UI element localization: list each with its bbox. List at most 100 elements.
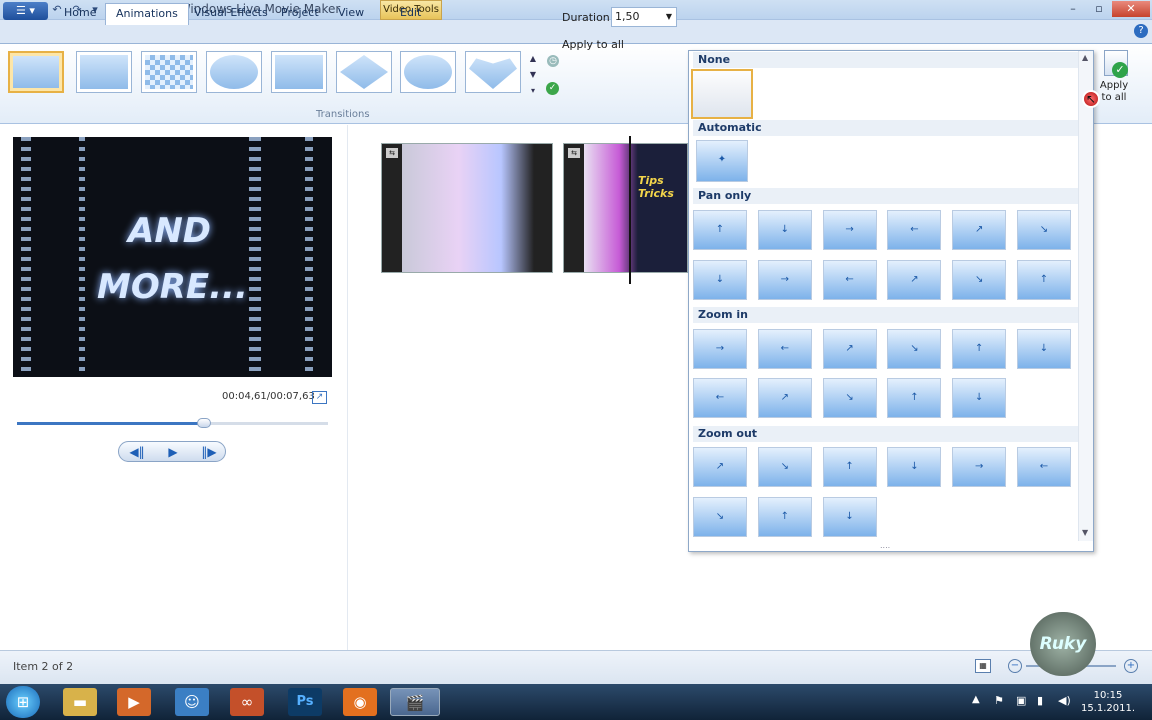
gallery-item-effect[interactable]: ↓: [952, 378, 1007, 418]
transition-thumbnail[interactable]: [76, 51, 132, 93]
tab-project[interactable]: Project: [271, 3, 329, 24]
duration-select[interactable]: 1,50 ▼: [611, 7, 677, 27]
fullscreen-icon[interactable]: ↗: [312, 391, 327, 404]
media-player-icon[interactable]: ▶: [117, 688, 151, 716]
tab-view[interactable]: View: [328, 3, 374, 24]
next-frame-button[interactable]: ‖▶: [191, 442, 227, 462]
gallery-item-effect[interactable]: ↘: [952, 260, 1007, 300]
app-icon[interactable]: ∞: [230, 688, 264, 716]
transition-indicator-icon: ⇆: [386, 148, 398, 158]
system-clock[interactable]: 10:15 15.1.2011.: [1078, 689, 1138, 715]
transition-thumbnail[interactable]: [336, 51, 392, 93]
tab-animations[interactable]: Animations: [105, 3, 189, 25]
mouse-cursor-icon: ↖: [1082, 90, 1100, 108]
gallery-item-effect[interactable]: ↘: [887, 329, 942, 369]
transition-thumbnail[interactable]: [141, 51, 197, 93]
network-icon[interactable]: ⚑: [994, 694, 1004, 707]
gallery-item-effect[interactable]: ↓: [1017, 329, 1071, 369]
messenger-icon[interactable]: ☺: [175, 688, 209, 716]
playback-controls: ◀‖ ▶ ‖▶: [118, 441, 226, 462]
movie-maker-taskbar-icon[interactable]: 🎬: [390, 688, 440, 716]
gallery-item-effect[interactable]: ↑: [952, 329, 1007, 369]
explorer-icon[interactable]: ▬: [63, 688, 97, 716]
transition-thumbnail[interactable]: [465, 51, 521, 93]
gallery-item-effect[interactable]: ↓: [887, 447, 942, 487]
help-icon[interactable]: ?: [1134, 24, 1148, 38]
gallery-item-effect[interactable]: ↘: [1017, 210, 1071, 250]
previous-frame-button[interactable]: ◀‖: [119, 442, 155, 462]
gallery-section-header: Automatic: [693, 120, 1078, 136]
start-button[interactable]: ⊞: [6, 686, 40, 718]
gallery-item-effect[interactable]: ↑: [822, 447, 877, 487]
gallery-item-effect[interactable]: ←: [1017, 447, 1071, 487]
playhead[interactable]: [629, 136, 631, 284]
video-preview: AND MORE...: [13, 137, 332, 377]
checkmark-icon: ✓: [1112, 62, 1128, 78]
gallery-item-effect[interactable]: →: [693, 329, 747, 369]
storyboard-view-icon[interactable]: ▦: [975, 659, 991, 673]
gallery-item-effect[interactable]: ↘: [822, 378, 877, 418]
gallery-item-effect[interactable]: ↑: [887, 378, 942, 418]
gallery-item-effect[interactable]: ↑: [757, 497, 812, 537]
seek-thumb[interactable]: [196, 418, 211, 428]
transition-thumbnail[interactable]: [206, 51, 262, 93]
apply-to-all-large-button[interactable]: Apply to all: [1098, 80, 1130, 104]
gallery-item-effect[interactable]: ←: [887, 210, 942, 250]
tab-home[interactable]: Home: [54, 3, 106, 24]
gallery-item-effect[interactable]: ↘: [757, 447, 812, 487]
resize-grip-icon[interactable]: ....: [880, 542, 900, 550]
ruky-watermark-logo: Ruky: [1030, 612, 1096, 676]
gallery-item-effect[interactable]: ↓: [693, 260, 747, 300]
gallery-item-automatic[interactable]: ✦: [696, 140, 748, 182]
preview-overlay-text: MORE...: [97, 267, 248, 307]
clip-overlay-text: Tips Tricks: [638, 174, 674, 200]
gallery-item-effect[interactable]: ←: [822, 260, 877, 300]
scroll-up-icon[interactable]: ▲: [1082, 53, 1088, 62]
action-center-icon[interactable]: ▣: [1016, 694, 1026, 707]
gallery-item-effect[interactable]: ↗: [822, 329, 877, 369]
gallery-item-effect[interactable]: →: [822, 210, 877, 250]
tab-edit[interactable]: Edit: [390, 3, 431, 24]
gallery-item-effect[interactable]: ↓: [757, 210, 812, 250]
minimize-button[interactable]: –: [1060, 1, 1086, 17]
volume-icon[interactable]: ◀): [1058, 694, 1071, 707]
gallery-item-effect[interactable]: ↗: [757, 378, 812, 418]
gallery-item-effect[interactable]: ↗: [952, 210, 1007, 250]
gallery-item-none[interactable]: [691, 69, 753, 119]
play-button[interactable]: ▶: [155, 442, 191, 462]
zoom-in-icon[interactable]: +: [1124, 659, 1138, 673]
transition-thumbnail[interactable]: [271, 51, 327, 93]
clip-thumbnail[interactable]: ⇆: [381, 143, 553, 273]
duration-label: Duration:: [562, 11, 614, 24]
clip-thumbnail[interactable]: ⇆ Tips Tricks: [563, 143, 688, 273]
transition-indicator-icon: ⇆: [568, 148, 580, 158]
gallery-item-effect[interactable]: ←: [693, 378, 747, 418]
gallery-scrollbar[interactable]: ▲ ▼: [1078, 51, 1093, 541]
film-stripe: [305, 137, 313, 377]
photoshop-icon[interactable]: Ps: [288, 688, 322, 716]
close-button[interactable]: ✕: [1112, 1, 1150, 17]
zoom-out-icon[interactable]: −: [1008, 659, 1022, 673]
battery-icon[interactable]: ▮: [1037, 694, 1043, 707]
gallery-item-effect[interactable]: ↓: [822, 497, 877, 537]
tab-visual-effects[interactable]: Visual Effects: [184, 3, 278, 24]
gallery-scroll-icon[interactable]: ▲ ▼ ▾: [527, 51, 539, 101]
gallery-item-effect[interactable]: ↗: [693, 447, 747, 487]
gallery-item-effect[interactable]: ↗: [887, 260, 942, 300]
gallery-item-effect[interactable]: →: [952, 447, 1007, 487]
transitions-group-label: Transitions: [316, 109, 370, 120]
gallery-section-header: Zoom out: [693, 426, 1078, 442]
gallery-item-effect[interactable]: ↑: [1017, 260, 1071, 300]
apply-to-all-button[interactable]: Apply to all: [562, 38, 624, 51]
maximize-button[interactable]: ▫: [1086, 1, 1112, 17]
scroll-down-icon[interactable]: ▼: [1082, 528, 1088, 537]
transition-thumbnail[interactable]: [8, 51, 64, 93]
gallery-item-effect[interactable]: →: [757, 260, 812, 300]
application-menu-button[interactable]: ☰ ▾: [3, 2, 48, 20]
tray-expand-icon[interactable]: ▲: [972, 694, 980, 705]
gallery-item-effect[interactable]: ↘: [693, 497, 747, 537]
gallery-item-effect[interactable]: ←: [757, 329, 812, 369]
firefox-icon[interactable]: ◉: [343, 688, 377, 716]
gallery-item-effect[interactable]: ↑: [693, 210, 747, 250]
transition-thumbnail[interactable]: [400, 51, 456, 93]
